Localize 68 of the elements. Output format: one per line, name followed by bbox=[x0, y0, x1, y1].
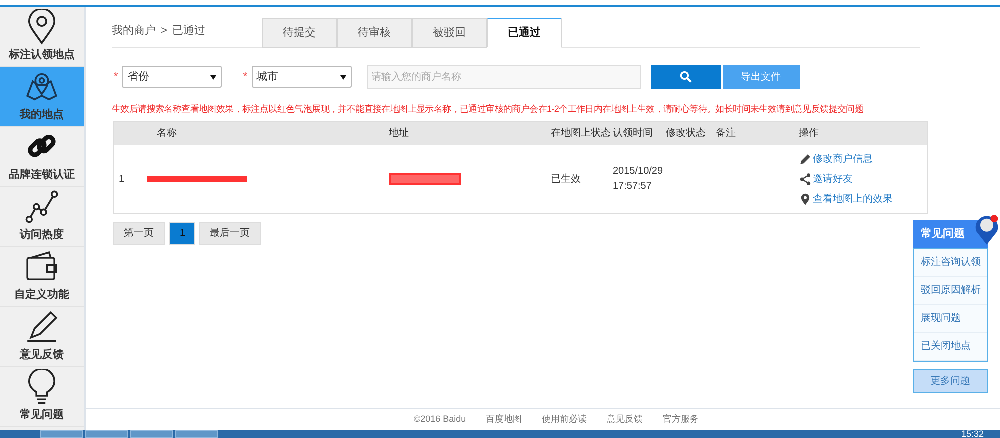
breadcrumb-separator: > bbox=[161, 24, 168, 38]
faq-link[interactable]: 展现问题 bbox=[914, 305, 987, 333]
page-button[interactable]: 最后一页 bbox=[199, 222, 261, 245]
trend-icon bbox=[24, 189, 60, 226]
copyright-text: ©2016 Baidu bbox=[414, 413, 466, 426]
sidebar-label: 意见反馈 bbox=[20, 348, 64, 364]
province-select[interactable]: 省份 bbox=[122, 66, 222, 88]
tab[interactable]: 被驳回 bbox=[412, 18, 487, 48]
breadcrumb-item[interactable]: 我的商户 bbox=[112, 22, 156, 39]
sidebar-item[interactable]: 我的地点 bbox=[0, 67, 84, 127]
taskbar-app-icon[interactable] bbox=[85, 430, 128, 438]
action-link[interactable]: 邀请好友 bbox=[799, 172, 893, 186]
clock-text: 15:32 bbox=[961, 430, 984, 438]
table-cell-text: 已生效 bbox=[550, 172, 582, 186]
table-cell-text: 2015/10/29 bbox=[613, 165, 664, 179]
location-logo-icon bbox=[974, 213, 1000, 247]
footer-link[interactable]: 官方服务 bbox=[663, 413, 700, 430]
faq-link[interactable]: 已关闭地点 bbox=[914, 333, 987, 361]
footer-link[interactable]: 意见反馈 bbox=[607, 413, 644, 430]
more-questions-button[interactable]: 更多问题 bbox=[913, 369, 988, 393]
sidebar-label: 自定义功能 bbox=[14, 288, 70, 304]
sidebar-item[interactable]: 自定义功能 bbox=[0, 247, 84, 307]
search-icon bbox=[680, 71, 692, 83]
sidebar-item[interactable]: 品牌连锁认证 bbox=[0, 127, 84, 187]
table-cell-text: 17:57:57 bbox=[613, 180, 652, 194]
sidebar-label: 访问热度 bbox=[20, 228, 64, 244]
sidebar-label: 品牌连锁认证 bbox=[9, 168, 75, 184]
page-button[interactable]: 第一页 bbox=[113, 222, 165, 245]
caret-icon bbox=[340, 74, 347, 80]
action-link[interactable]: 修改商户信息 bbox=[799, 152, 893, 166]
sidebar-label: 我的地点 bbox=[20, 108, 64, 124]
search-button[interactable] bbox=[650, 65, 721, 89]
sidebar-item[interactable]: 访问热度 bbox=[0, 187, 84, 247]
sidebar-label: 常见问题 bbox=[20, 408, 64, 424]
breadcrumb-item: 已通过 bbox=[172, 24, 206, 38]
share-icon bbox=[799, 172, 812, 186]
column-header: 修改状态 bbox=[666, 126, 707, 141]
city-select[interactable]: 城市 bbox=[252, 66, 352, 88]
tab[interactable]: 待审核 bbox=[337, 18, 412, 48]
action-link[interactable]: 查看地图上的效果 bbox=[799, 192, 893, 206]
pencil-icon bbox=[799, 152, 812, 166]
sidebar-item[interactable]: 常见问题 bbox=[0, 367, 84, 427]
column-header: 认领时间 bbox=[613, 126, 654, 141]
required-mark: * bbox=[114, 70, 118, 85]
faq-link[interactable]: 标注咨询认领 bbox=[914, 249, 987, 277]
column-header: 在地图上状态 bbox=[550, 126, 612, 141]
column-header: 备注 bbox=[716, 126, 737, 141]
required-mark: * bbox=[243, 70, 248, 85]
notice-text: 生效后请搜索名称查看地图效果，标注点以红色气泡展现，并不能直接在地图上显示名称，已通过审核的商户会在1-2个工作日内在地图上生效，请耐心等待。如长时间未生效请到意见反馈提交问题 bbox=[112, 103, 865, 115]
footer-link[interactable]: 使用前必读 bbox=[542, 413, 588, 430]
location-pin-icon bbox=[799, 192, 812, 206]
taskbar-app-icon[interactable] bbox=[175, 430, 218, 438]
taskbar-app-icon[interactable] bbox=[130, 430, 173, 438]
column-header: 名称 bbox=[156, 127, 178, 141]
sidebar-label: 标注认领地点 bbox=[9, 48, 75, 64]
sidebar-item[interactable]: 意见反馈 bbox=[0, 307, 84, 367]
column-header: 地址 bbox=[389, 126, 410, 141]
search-field[interactable]: 请输入您的商户名称 bbox=[366, 65, 641, 89]
page-button[interactable]: 1 bbox=[169, 222, 195, 245]
footer-link[interactable]: 百度地图 bbox=[486, 413, 522, 430]
taskbar-app-icon[interactable] bbox=[40, 430, 83, 438]
tab[interactable]: 待提交 bbox=[262, 18, 337, 48]
caret-icon bbox=[210, 74, 218, 80]
column-header: 操作 bbox=[799, 127, 820, 141]
tab[interactable]: 已通过 bbox=[487, 18, 562, 48]
table-cell-text: 1 bbox=[118, 172, 126, 186]
redaction-mark bbox=[389, 173, 461, 185]
faq-link[interactable]: 驳回原因解析 bbox=[914, 277, 987, 305]
